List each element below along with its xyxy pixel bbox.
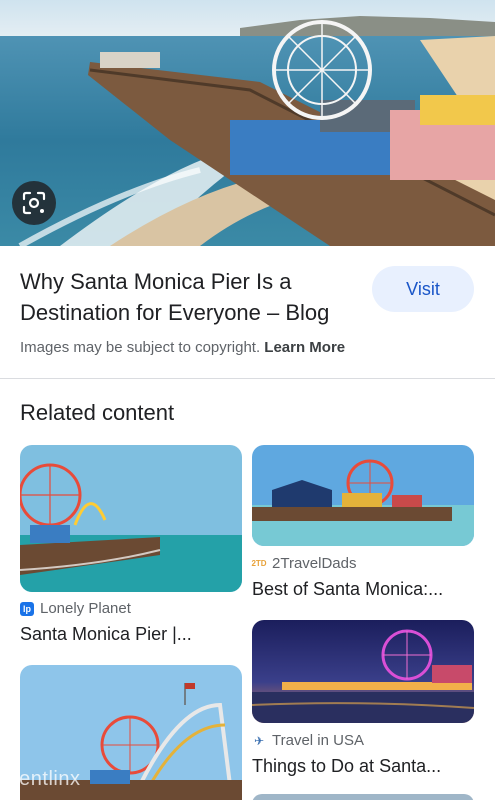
- copyright-notice: Images may be subject to copyright. Lear…: [20, 339, 345, 356]
- learn-more-link[interactable]: Learn More: [264, 339, 345, 356]
- google-lens-button[interactable]: [12, 181, 56, 225]
- lonely-planet-icon: lp: [20, 601, 34, 616]
- source-name: Travel in USA: [272, 732, 364, 749]
- related-image-1[interactable]: [20, 445, 242, 592]
- related-image-2[interactable]: [252, 445, 474, 546]
- related-title-2[interactable]: Best of Santa Monica:...: [252, 579, 443, 600]
- plane-icon: ✈: [252, 733, 266, 748]
- watermark: rentlinx: [12, 768, 81, 790]
- copyright-text: Images may be subject to copyright.: [20, 339, 261, 356]
- hero-image[interactable]: [0, 0, 495, 246]
- divider: [0, 378, 495, 379]
- related-source-3: ✈ Travel in USA: [252, 732, 364, 749]
- related-source-2: 2TD 2TravelDads: [251, 555, 357, 572]
- lens-icon: [22, 191, 46, 215]
- related-title-3[interactable]: Things to Do at Santa...: [252, 756, 441, 777]
- result-title[interactable]: Why Santa Monica Pier Is a Destination f…: [20, 266, 365, 328]
- visit-button[interactable]: Visit: [372, 266, 474, 312]
- related-content-heading: Related content: [20, 400, 175, 425]
- source-name: 2TravelDads: [272, 555, 357, 572]
- related-source-1: lp Lonely Planet: [20, 600, 131, 617]
- 2traveldads-icon: 2TD: [251, 556, 267, 571]
- related-title-1[interactable]: Santa Monica Pier |...: [20, 624, 192, 645]
- related-image-5-peek[interactable]: [252, 794, 474, 800]
- source-name: Lonely Planet: [40, 600, 131, 617]
- related-image-3[interactable]: [252, 620, 474, 723]
